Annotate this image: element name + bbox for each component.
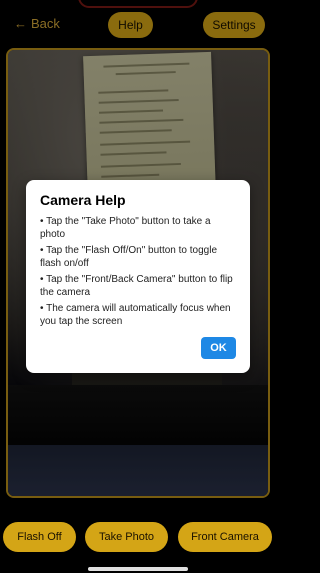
instruction-item: • Tap the "Flash Off/On" button to toggl… bbox=[40, 245, 218, 269]
dialog-instructions: • Tap the "Take Photo" button to take a … bbox=[40, 216, 236, 328]
home-indicator bbox=[88, 567, 188, 571]
camera-help-dialog: Camera Help • Tap the "Take Photo" butto… bbox=[26, 180, 250, 373]
instruction-item: • The camera will automatically focus wh… bbox=[40, 303, 231, 327]
dialog-title: Camera Help bbox=[40, 192, 126, 208]
camera-screen: ← Back Help Settings Camera Help • Tap t… bbox=[0, 0, 276, 573]
ok-button[interactable]: OK bbox=[201, 337, 236, 359]
flip-camera-button[interactable]: Front Camera bbox=[178, 522, 272, 552]
flash-toggle-button[interactable]: Flash Off bbox=[3, 522, 76, 552]
take-photo-button[interactable]: Take Photo bbox=[85, 522, 168, 552]
instruction-item: • Tap the "Take Photo" button to take a … bbox=[40, 216, 211, 240]
instruction-item: • Tap the "Front/Back Camera" button to … bbox=[40, 274, 233, 298]
